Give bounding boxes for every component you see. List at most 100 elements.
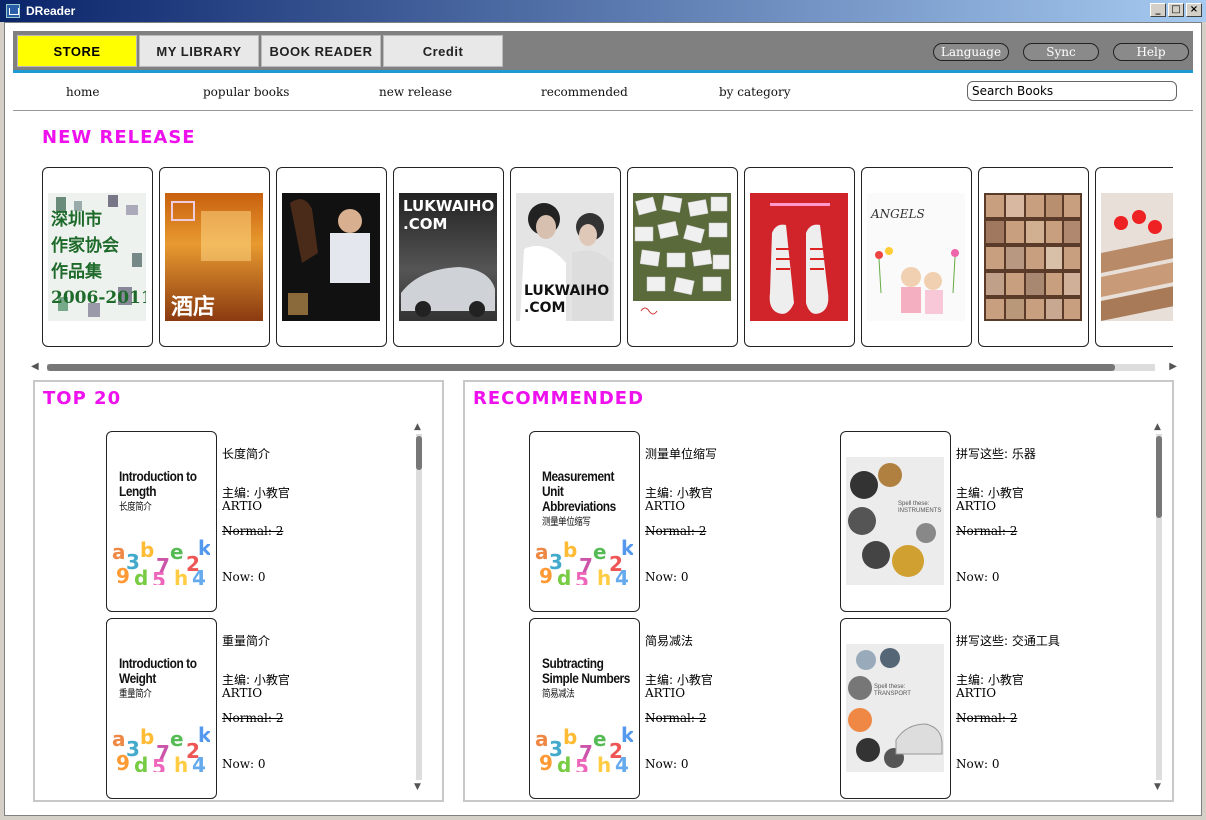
nav-new-release[interactable]: new release (379, 85, 452, 99)
book-now-price: Now: 0 (956, 757, 1000, 771)
scroll-track[interactable] (416, 434, 422, 780)
recommended-scrollbar[interactable]: ▲ ▼ (1154, 422, 1164, 792)
svg-text:k: k (621, 723, 633, 747)
svg-text:5: 5 (152, 568, 166, 585)
book-card[interactable]: Introduction to Length 长度简介 a3b7e2k 9d5h4 (106, 431, 217, 612)
book-publisher: ARTIO (645, 686, 686, 700)
svg-text:a: a (535, 540, 549, 564)
scroll-right-arrow-icon[interactable]: ▶ (1169, 361, 1177, 373)
book-card[interactable]: ANGELS (861, 167, 972, 347)
svg-text:4: 4 (615, 753, 629, 772)
book-normal-price: Normal: 2 (645, 711, 707, 725)
scroll-thumb[interactable] (47, 364, 1115, 371)
scroll-thumb[interactable] (1156, 436, 1162, 518)
book-info: 拼写这些: 乐器 主编: 小教官 ARTIO Normal: 2 Now: 0 (956, 445, 1136, 585)
tab-credit[interactable]: Credit (383, 35, 503, 67)
app-icon (6, 4, 20, 18)
book-title[interactable]: 长度简介 (222, 445, 270, 462)
book-card[interactable]: LUKWAIHO .COM (510, 167, 621, 347)
book-publisher: ARTIO (956, 499, 997, 513)
svg-text:h: h (174, 753, 188, 772)
language-button[interactable]: Language (933, 43, 1009, 61)
scroll-up-arrow-icon[interactable]: ▲ (1154, 422, 1161, 432)
book-normal-price: Normal: 2 (956, 711, 1018, 725)
cover-title: Subtracting Simple Numbers 简易减法 (542, 655, 630, 701)
nav-popular-books[interactable]: popular books (203, 85, 289, 99)
book-publisher: ARTIO (222, 499, 263, 513)
cover-title: Introduction to Length 长度简介 (119, 468, 197, 514)
tab-my-library[interactable]: MY LIBRARY (139, 35, 259, 67)
book-cover: Spell these: INSTRUMENTS (846, 457, 944, 585)
book-cover: Introduction to Weight 重量简介 a3b7e2k 9d5h4 (112, 644, 210, 772)
nav-recommended[interactable]: recommended (541, 85, 628, 99)
nav-by-category[interactable]: by category (719, 85, 791, 99)
book-card[interactable]: Introduction to Weight 重量简介 a3b7e2k 9d5h4 (106, 618, 217, 799)
book-cover (984, 193, 1082, 321)
svg-text:e: e (593, 727, 607, 751)
book-title[interactable]: 重量简介 (222, 632, 270, 649)
book-cover: Measurement Unit Abbreviations 测量单位缩写 a3b… (535, 457, 633, 585)
book-cover: ANGELS (867, 193, 965, 321)
maximize-button[interactable]: □ (1168, 3, 1184, 17)
window-title: DReader (26, 4, 76, 18)
book-publisher: ARTIO (645, 499, 686, 513)
tab-book-reader[interactable]: BOOK READER (261, 35, 381, 67)
book-cover: 酒店 (165, 193, 263, 321)
book-title[interactable]: 拼写这些: 交通工具 (956, 632, 1060, 649)
top-navigation: STORE MY LIBRARY BOOK READER Credit Lang… (13, 31, 1193, 73)
scroll-up-arrow-icon[interactable]: ▲ (414, 422, 421, 432)
svg-text:b: b (563, 538, 577, 562)
svg-text:d: d (134, 753, 148, 772)
new-release-scrollbar[interactable]: ◀ ▶ (31, 361, 1177, 373)
book-normal-price: Normal: 2 (956, 524, 1018, 538)
svg-text:4: 4 (192, 753, 206, 772)
svg-text:k: k (621, 536, 633, 560)
book-card[interactable] (1095, 167, 1173, 347)
svg-text:b: b (140, 538, 154, 562)
cover-title: Measurement Unit Abbreviations 测量单位缩写 (542, 468, 616, 529)
sync-button[interactable]: Sync (1023, 43, 1099, 61)
new-release-title: NEW RELEASE (42, 127, 196, 148)
book-cover (633, 193, 731, 321)
book-card[interactable]: Subtracting Simple Numbers 简易减法 a3b7e2k 9… (529, 618, 640, 799)
top20-scrollbar[interactable]: ▲ ▼ (414, 422, 424, 792)
minimize-button[interactable]: _ (1150, 3, 1166, 17)
book-card[interactable] (978, 167, 1089, 347)
book-cover (282, 193, 380, 321)
book-card[interactable]: Spell these: TRANSPORT (840, 618, 951, 799)
book-title[interactable]: 简易减法 (645, 632, 693, 649)
scroll-left-arrow-icon[interactable]: ◀ (31, 361, 39, 373)
top20-panel: TOP 20 Introduction to Length 长度简介 a3b7e2… (33, 380, 444, 802)
book-info: 拼写这些: 交通工具 主编: 小教官 ARTIO Normal: 2 Now: … (956, 632, 1136, 772)
book-publisher: ARTIO (222, 686, 263, 700)
book-card[interactable]: LUKWAIHO .COM (393, 167, 504, 347)
book-title[interactable]: 测量单位缩写 (645, 445, 717, 462)
book-card[interactable]: 深圳市 作家协会 作品集 2006-2011 (42, 167, 153, 347)
search-input[interactable] (967, 81, 1177, 101)
book-card[interactable]: 酒店 (159, 167, 270, 347)
scroll-down-arrow-icon[interactable]: ▼ (1154, 782, 1161, 792)
help-button[interactable]: Help (1113, 43, 1189, 61)
book-cover: LUKWAIHO .COM (399, 193, 497, 321)
scroll-down-arrow-icon[interactable]: ▼ (414, 782, 421, 792)
svg-text:a: a (535, 727, 549, 751)
close-button[interactable]: × (1186, 3, 1202, 17)
book-cover: Introduction to Length 长度简介 a3b7e2k 9d5h4 (112, 457, 210, 585)
cover-title: Introduction to Weight 重量简介 (119, 655, 197, 701)
book-card[interactable]: Spell these: INSTRUMENTS (840, 431, 951, 612)
book-card[interactable] (627, 167, 738, 347)
book-info: 测量单位缩写 主编: 小教官 ARTIO Normal: 2 Now: 0 (645, 445, 825, 585)
tab-store[interactable]: STORE (17, 35, 137, 67)
book-title[interactable]: 拼写这些: 乐器 (956, 445, 1036, 462)
svg-text:b: b (140, 725, 154, 749)
book-card[interactable] (744, 167, 855, 347)
cover-text: LUKWAIHO .COM (524, 283, 610, 316)
book-card[interactable] (276, 167, 387, 347)
svg-text:d: d (557, 753, 571, 772)
nav-home[interactable]: home (66, 85, 99, 99)
scroll-thumb[interactable] (416, 436, 422, 470)
book-cover: Subtracting Simple Numbers 简易减法 a3b7e2k 9… (535, 644, 633, 772)
book-card[interactable]: Measurement Unit Abbreviations 测量单位缩写 a3b… (529, 431, 640, 612)
cover-title: Spell these: INSTRUMENTS (898, 501, 942, 514)
svg-text:b: b (563, 725, 577, 749)
